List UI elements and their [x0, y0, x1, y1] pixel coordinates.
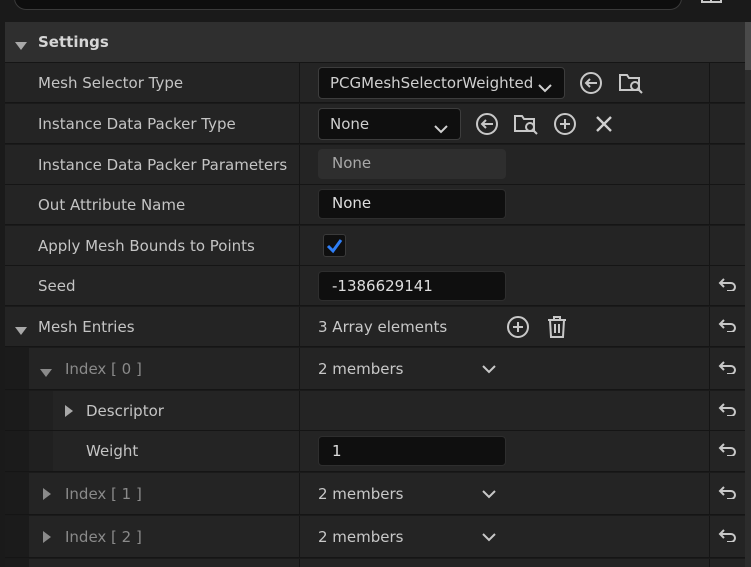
array-index-label: Index [ 1 ] [65, 484, 142, 503]
input-value: None [332, 194, 372, 212]
property-label: Descriptor [86, 401, 164, 420]
weight-row: Weight 1 [5, 431, 745, 472]
property-label: Instance Data Packer Parameters [38, 155, 288, 174]
next-row-partial [5, 559, 745, 567]
clear-elements-button[interactable] [543, 313, 571, 341]
dropdown-value: PCGMeshSelectorWeighted [330, 74, 534, 92]
index-0-row: Index [ 0 ] 2 members [5, 348, 745, 390]
clear-button[interactable] [590, 110, 618, 138]
reset-to-default-icon[interactable] [718, 402, 738, 420]
seed-input[interactable]: -1386629141 [318, 271, 506, 301]
mesh-entries-row: Mesh Entries 3 Array elements [5, 307, 745, 347]
input-value: 1 [332, 442, 342, 460]
field-value: None [332, 154, 372, 172]
close-icon[interactable] [733, 0, 751, 6]
scrollbar-track[interactable] [745, 22, 751, 567]
reset-to-default-icon[interactable] [718, 485, 738, 503]
member-count: 2 members [318, 359, 404, 378]
instance-packer-params-field: None [318, 149, 506, 179]
use-selected-button[interactable] [577, 69, 605, 97]
expand-arrow-icon[interactable] [42, 487, 52, 505]
collapse-arrow-icon[interactable] [39, 364, 53, 382]
reset-to-default-icon[interactable] [718, 318, 738, 336]
index-2-row: Index [ 2 ] 2 members [5, 516, 745, 558]
browse-folder-icon [619, 74, 643, 94]
add-button[interactable] [551, 110, 579, 138]
apply-mesh-bounds-checkbox[interactable] [323, 234, 346, 257]
property-label: Instance Data Packer Type [38, 114, 236, 133]
out-attribute-name-input[interactable]: None [318, 189, 506, 219]
reset-to-default-icon[interactable] [718, 442, 738, 460]
use-selected-button[interactable] [473, 110, 501, 138]
property-label: Apply Mesh Bounds to Points [38, 236, 255, 255]
use-selected-arrow-icon [580, 72, 602, 94]
chevron-down-icon[interactable] [482, 528, 496, 546]
plus-circle-icon [554, 113, 576, 135]
weight-input[interactable]: 1 [318, 436, 506, 466]
instance-packer-type-row: Instance Data Packer Type None [5, 104, 745, 144]
array-count: 3 Array elements [318, 317, 448, 336]
mesh-selector-type-dropdown[interactable]: PCGMeshSelectorWeighted [318, 67, 565, 99]
descriptor-row: Descriptor [5, 391, 745, 431]
instance-packer-params-row: Instance Data Packer Parameters None [5, 145, 745, 185]
collapse-arrow-icon[interactable] [14, 37, 28, 55]
expand-arrow-icon[interactable] [42, 530, 52, 548]
property-label: Weight [86, 442, 139, 460]
property-label: Seed [38, 276, 76, 295]
input-value: -1386629141 [332, 277, 433, 295]
add-element-button[interactable] [504, 313, 532, 341]
array-index-label: Index [ 0 ] [65, 359, 142, 378]
settings-section-header[interactable]: Settings [5, 22, 745, 63]
browse-button[interactable] [617, 69, 645, 97]
instance-packer-type-dropdown[interactable]: None [318, 108, 461, 140]
chevron-down-icon[interactable] [482, 485, 496, 503]
close-icon [596, 116, 612, 132]
property-label: Out Attribute Name [38, 195, 186, 214]
index-1-row: Index [ 1 ] 2 members [5, 473, 745, 515]
apply-mesh-bounds-row: Apply Mesh Bounds to Points [5, 226, 745, 266]
chevron-down-icon [538, 79, 552, 97]
browse-folder-icon [514, 115, 538, 135]
reset-to-default-icon[interactable] [718, 360, 738, 378]
browse-button[interactable] [512, 110, 540, 138]
chevron-down-icon[interactable] [482, 360, 496, 378]
section-title: Settings [38, 33, 109, 51]
checkmark-icon [326, 239, 343, 254]
mesh-selector-type-row: Mesh Selector Type PCGMeshSelectorWeight… [5, 63, 745, 103]
collapse-arrow-icon[interactable] [14, 322, 28, 340]
out-attribute-name-row: Out Attribute Name None [5, 185, 745, 225]
member-count: 2 members [318, 484, 404, 503]
reset-to-default-icon[interactable] [718, 277, 738, 295]
search-input[interactable] [14, 0, 682, 10]
seed-row: Seed -1386629141 [5, 266, 745, 306]
trash-icon [548, 316, 566, 338]
property-label: Mesh Entries [38, 317, 135, 336]
dropdown-value: None [330, 115, 370, 133]
reset-to-default-icon[interactable] [718, 528, 738, 546]
expand-arrow-icon[interactable] [64, 404, 74, 422]
plus-circle-icon [507, 316, 529, 338]
search-icon [23, 0, 49, 5]
chevron-down-icon [434, 120, 448, 138]
property-label: Mesh Selector Type [38, 73, 184, 92]
array-index-label: Index [ 2 ] [65, 527, 142, 546]
member-count: 2 members [318, 527, 404, 546]
scrollbar-thumb[interactable] [745, 22, 751, 70]
layout-icon[interactable] [700, 0, 724, 6]
use-selected-arrow-icon [476, 113, 498, 135]
